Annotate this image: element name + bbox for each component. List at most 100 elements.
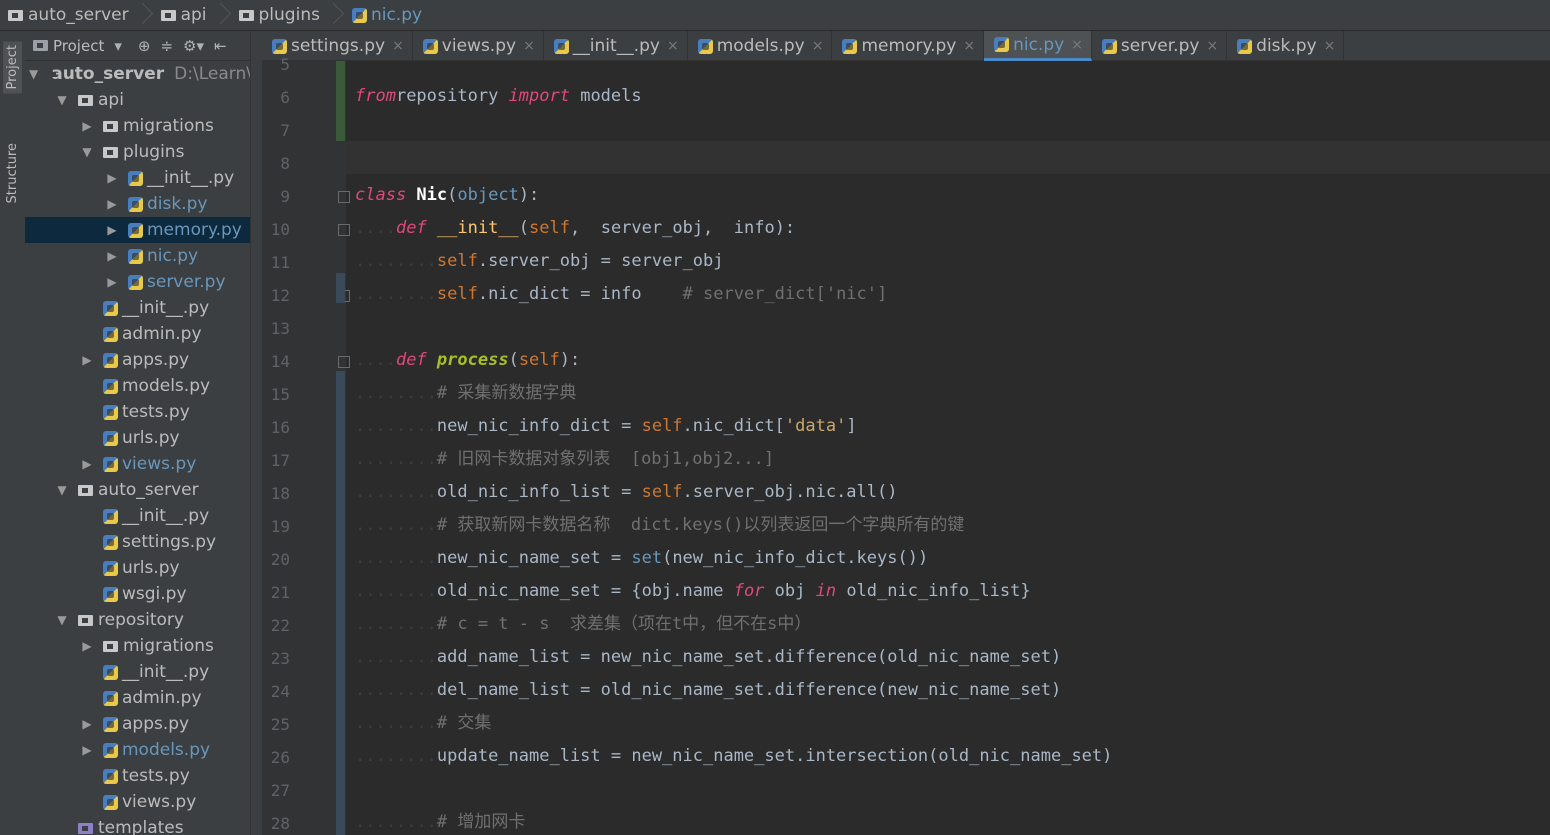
collapse-arrow-icon[interactable]: ▶ xyxy=(104,197,120,211)
tree-item[interactable]: urls.py xyxy=(25,425,261,451)
tree-item-label: wsgi.py xyxy=(122,584,187,604)
tree-item-label: plugins xyxy=(123,142,185,162)
editor-tab[interactable]: views.py × xyxy=(413,31,544,61)
collapse-arrow-icon[interactable]: ▶ xyxy=(79,353,95,367)
tab-label: views.py xyxy=(441,36,517,56)
expand-arrow-icon[interactable]: ▼ xyxy=(54,613,70,627)
breadcrumb-item[interactable]: api xyxy=(153,0,231,31)
editor-tab[interactable]: disk.py × xyxy=(1227,31,1345,61)
tree-item[interactable]: tests.py xyxy=(25,399,261,425)
editor-tab[interactable]: models.py × xyxy=(688,31,833,61)
collapse-arrow-icon[interactable]: ▶ xyxy=(104,223,120,237)
expand-arrow-icon[interactable]: ▼ xyxy=(79,145,95,159)
collapse-arrow-icon[interactable]: ▶ xyxy=(79,743,95,757)
tree-item[interactable]: urls.py xyxy=(25,555,261,581)
close-icon[interactable]: × xyxy=(1206,38,1218,54)
tool-tab-project[interactable]: Project xyxy=(3,41,22,94)
python-file-icon xyxy=(103,742,118,758)
tree-item[interactable]: ▶ __init__.py xyxy=(25,165,261,191)
tree-item[interactable]: templates xyxy=(25,815,261,835)
expand-arrow-icon[interactable]: ▼ xyxy=(54,483,70,497)
code-editor[interactable]: 5 6 7 8 9 10 11 12 13 14 15 16 17 18 19 20 21 22 23 24 25 26 2… xyxy=(262,55,1550,835)
code-token: .server_obj.nic.all() xyxy=(682,482,898,502)
tree-item[interactable]: admin.py xyxy=(25,321,261,347)
tree-item[interactable]: __init__.py xyxy=(25,295,261,321)
tree-item[interactable]: ▶ nic.py xyxy=(25,243,261,269)
fold-marker-icon[interactable] xyxy=(338,224,350,236)
code-token: process xyxy=(436,350,509,370)
line-number: 20 xyxy=(270,550,290,569)
fold-marker-icon[interactable] xyxy=(338,356,350,368)
code-token: self xyxy=(518,350,560,370)
tool-tab-structure[interactable]: Structure xyxy=(3,139,22,207)
close-icon[interactable]: × xyxy=(1324,38,1336,54)
breadcrumb-label: nic.py xyxy=(370,5,423,25)
python-file-icon xyxy=(1237,38,1253,54)
tree-item[interactable]: ▼ auto_server xyxy=(25,477,261,503)
breadcrumb: auto_server api plugins nic.py xyxy=(0,0,1550,31)
tree-item[interactable]: __init__.py xyxy=(25,659,261,685)
close-icon[interactable]: × xyxy=(963,38,975,54)
folder-icon xyxy=(78,94,93,106)
collapse-arrow-icon[interactable]: ▶ xyxy=(79,119,95,133)
collapse-arrow-icon[interactable]: ▶ xyxy=(79,639,95,653)
editor-tab[interactable]: memory.py × xyxy=(832,31,985,61)
tree-item[interactable]: ▶ server.py xyxy=(25,269,261,295)
tree-item[interactable]: ▶ memory.py xyxy=(25,217,261,243)
hide-panel-icon[interactable]: ⇤ xyxy=(214,37,227,55)
line-number: 17 xyxy=(270,451,290,470)
collapse-arrow-icon[interactable]: ▶ xyxy=(104,249,120,263)
python-file-icon xyxy=(103,794,118,810)
tree-item[interactable]: models.py xyxy=(25,373,261,399)
breadcrumb-label: auto_server xyxy=(28,5,129,25)
editor-tab[interactable]: server.py × xyxy=(1092,31,1228,61)
fold-marker-icon[interactable] xyxy=(338,191,350,203)
python-file-icon xyxy=(103,352,118,368)
folder-icon xyxy=(103,120,118,132)
tree-item[interactable]: tests.py xyxy=(25,763,261,789)
tree-item[interactable]: admin.py xyxy=(25,685,261,711)
tree-item[interactable]: ▶ disk.py xyxy=(25,191,261,217)
tree-item[interactable]: ▶ migrations xyxy=(25,633,261,659)
project-view-selector[interactable]: Project xyxy=(53,37,104,55)
scroll-from-source-icon[interactable]: ⊕ xyxy=(138,37,151,55)
code-token: self xyxy=(641,416,683,436)
expand-arrow-icon[interactable]: ▼ xyxy=(29,67,38,81)
close-icon[interactable]: × xyxy=(667,38,679,54)
close-icon[interactable]: × xyxy=(1071,37,1083,53)
tree-item[interactable]: ▶ views.py xyxy=(25,451,261,477)
tree-item[interactable]: ▼ repository xyxy=(25,607,261,633)
code-token: def xyxy=(395,350,437,370)
tree-item[interactable]: ▼ plugins xyxy=(25,139,261,165)
settings-gear-icon[interactable]: ⚙▾ xyxy=(183,37,204,55)
collapse-arrow-icon[interactable]: ▶ xyxy=(104,171,120,185)
tree-item[interactable]: ▼ api xyxy=(25,87,261,113)
breadcrumb-separator xyxy=(328,0,338,31)
code-area[interactable]: fromrepository import models class Nic(ob… xyxy=(355,61,1550,835)
dropdown-arrow-icon[interactable]: ▾ xyxy=(114,37,122,55)
editor-tab[interactable]: nic.py × xyxy=(984,31,1092,61)
expand-arrow-icon[interactable]: ▼ xyxy=(54,93,70,107)
tree-item[interactable]: __init__.py xyxy=(25,503,261,529)
tree-item[interactable]: wsgi.py xyxy=(25,581,261,607)
python-file-icon xyxy=(1101,38,1117,54)
close-icon[interactable]: × xyxy=(523,38,535,54)
tree-item[interactable]: ▶ migrations xyxy=(25,113,261,139)
breadcrumb-item[interactable]: nic.py xyxy=(344,0,428,31)
editor-tab[interactable]: __init__.py × xyxy=(544,31,688,61)
tree-item[interactable]: ▶ apps.py xyxy=(25,347,261,373)
collapse-arrow-icon[interactable]: ▶ xyxy=(79,457,95,471)
tree-item[interactable]: ▶ models.py xyxy=(25,737,261,763)
tree-item[interactable]: ▼ auto_server D:\Learn\P xyxy=(25,61,261,87)
tree-item[interactable]: views.py xyxy=(25,789,261,815)
breadcrumb-item[interactable]: plugins xyxy=(231,0,344,31)
tree-item[interactable]: settings.py xyxy=(25,529,261,555)
close-icon[interactable]: × xyxy=(392,38,404,54)
collapse-all-icon[interactable]: ≑ xyxy=(160,37,173,55)
breadcrumb-item[interactable]: auto_server xyxy=(0,0,153,31)
close-icon[interactable]: × xyxy=(812,38,824,54)
folder-icon xyxy=(103,640,118,652)
tree-item[interactable]: ▶ apps.py xyxy=(25,711,261,737)
collapse-arrow-icon[interactable]: ▶ xyxy=(79,717,95,731)
collapse-arrow-icon[interactable]: ▶ xyxy=(104,275,120,289)
